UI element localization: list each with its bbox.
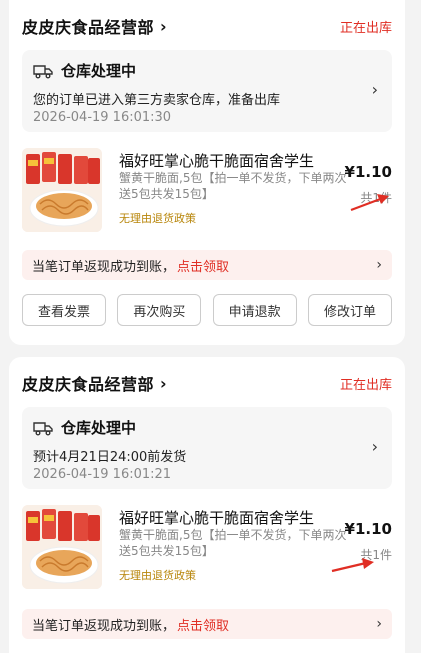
product-title: 福好旺掌心脆干脆面宿舍学生 (119, 152, 315, 170)
chevron-right-icon: › (376, 616, 382, 632)
warehouse-title-row: 仓库处理中 (33, 60, 136, 81)
chevron-right-icon: › (160, 373, 168, 393)
red-arrow-annotation (350, 194, 389, 212)
product-row[interactable]: 福好旺掌心脆干脆面宿舍学生 蟹黄干脆面,5包【拍一单不发货，下单两次送5包共发1… (22, 505, 392, 597)
buy-again-button[interactable]: 再次购买 (117, 294, 202, 326)
product-price: ¥1.10 (344, 520, 392, 538)
store-link[interactable]: 皮皮庆食品经营部 › (22, 14, 167, 38)
warehouse-status-panel[interactable]: 仓库处理中 预计4月21日24:00前发货 2026-04-19 16:01:2… (22, 407, 392, 489)
store-header: 皮皮庆食品经营部 › 正在出库 (22, 14, 392, 38)
warehouse-title: 仓库处理中 (61, 62, 137, 80)
product-title: 福好旺掌心脆干脆面宿舍学生 (119, 509, 315, 527)
rebate-banner[interactable]: 当笔订单返现成功到账， 点击领取 › (22, 250, 392, 280)
store-link[interactable]: 皮皮庆食品经营部 › (22, 371, 167, 395)
return-policy: 无理由退货政策 (119, 212, 196, 225)
chevron-right-icon: › (371, 80, 378, 99)
product-thumbnail[interactable] (22, 148, 102, 232)
rebate-banner[interactable]: 当笔订单返现成功到账， 点击领取 › (22, 609, 392, 639)
modify-order-button[interactable]: 修改订单 (307, 294, 392, 326)
product-row[interactable]: 福好旺掌心脆干脆面宿舍学生 蟹黄干脆面,5包【拍一单不发货，下单两次送5包共发1… (22, 148, 392, 240)
warehouse-time: 2026-04-19 16:01:30 (33, 110, 172, 125)
store-header: 皮皮庆食品经营部 › 正在出库 (22, 371, 392, 395)
warehouse-title-row: 仓库处理中 (33, 417, 136, 438)
truck-icon (33, 421, 53, 435)
order-status: 正在出库 (339, 377, 392, 393)
red-arrow-annotation (331, 558, 374, 573)
product-price: ¥1.10 (344, 163, 392, 181)
product-thumbnail[interactable] (22, 505, 102, 589)
chevron-right-icon: › (376, 257, 382, 273)
return-policy: 无理由退货政策 (119, 569, 196, 582)
view-invoice-button[interactable]: 查看发票 (22, 294, 106, 326)
action-buttons: 查看发票 再次购买 申请退款 修改订单 (22, 294, 392, 326)
product-spec: 蟹黄干脆面,5包【拍一单不发货，下单两次送5包共发15包】 (119, 171, 347, 201)
store-name: 皮皮庆食品经营部 (22, 375, 155, 394)
warehouse-desc: 您的订单已进入第三方卖家仓库，准备出库 (33, 93, 281, 108)
request-refund-button[interactable]: 申请退款 (212, 294, 297, 326)
chevron-right-icon: › (160, 16, 168, 36)
warehouse-title: 仓库处理中 (61, 419, 137, 437)
rebate-text: 当笔订单返现成功到账， (32, 259, 176, 275)
rebate-claim-link[interactable]: 点击领取 (177, 615, 229, 634)
warehouse-desc: 预计4月21日24:00前发货 (33, 450, 187, 465)
order-card: 皮皮庆食品经营部 › 正在出库 仓库处理中 您的订单已进入第三方卖家仓库，准备出… (9, 0, 405, 345)
order-status: 正在出库 (339, 20, 392, 36)
warehouse-status-panel[interactable]: 仓库处理中 您的订单已进入第三方卖家仓库，准备出库 2026-04-19 16:… (22, 50, 392, 132)
store-name: 皮皮庆食品经营部 (22, 18, 155, 37)
product-spec: 蟹黄干脆面,5包【拍一单不发货，下单两次送5包共发15包】 (119, 528, 347, 558)
warehouse-time: 2026-04-19 16:01:21 (33, 467, 172, 482)
rebate-text: 当笔订单返现成功到账， (32, 618, 176, 634)
rebate-claim-link[interactable]: 点击领取 (177, 256, 229, 275)
order-card: 皮皮庆食品经营部 › 正在出库 仓库处理中 预计4月21日24:00前发货 20… (9, 357, 405, 653)
truck-icon (33, 64, 53, 78)
chevron-right-icon: › (371, 437, 378, 456)
